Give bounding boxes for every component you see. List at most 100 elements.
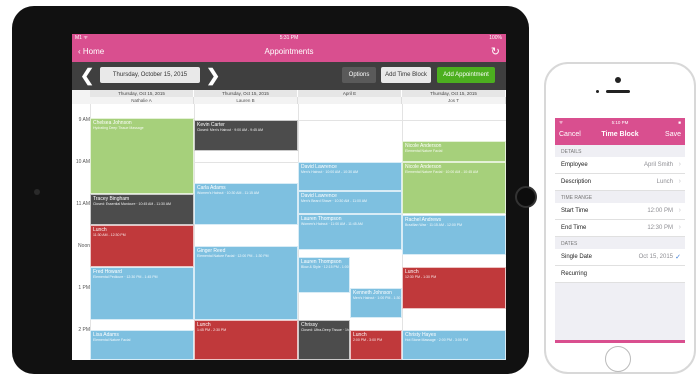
- phone-speaker: [606, 90, 630, 93]
- row-label: End Time: [561, 225, 587, 231]
- nav-bar: ‹ Home Appointments ↻: [72, 42, 506, 62]
- appointment-block[interactable]: Lisa Adams Elemental Nature Facial: [90, 330, 194, 360]
- appointment-detail: Elemental Nature Facial · 12:00 PM - 1:3…: [197, 254, 269, 258]
- row-label: Employee: [561, 162, 588, 168]
- appointment-block[interactable]: Tracey Bingham Closed: Essential Manicure…: [90, 194, 194, 225]
- add-appointment-button[interactable]: Add Appointment: [437, 67, 495, 83]
- checkmark-icon: ✓: [675, 254, 681, 261]
- appointment-detail: Hydrating Deep Tissue Massage: [93, 126, 144, 130]
- recurring-row[interactable]: Recurring: [555, 266, 685, 283]
- time-label: 2 PM: [78, 327, 90, 333]
- appointment-block[interactable]: Lauren Thompson Blow & Style · 12:15 PM -…: [298, 257, 350, 293]
- refresh-icon[interactable]: ↻: [491, 45, 500, 58]
- appointment-detail: Hot Stone Massage · 2:00 PM - 3:00 PM: [405, 338, 469, 342]
- appointment-block[interactable]: Carla Adams Women's Haircut · 10:30 AM - …: [194, 183, 298, 225]
- appointment-block[interactable]: Lunch 12:30 PM - 1:30 PM: [402, 267, 506, 309]
- appointment-block[interactable]: Lunch 1:45 PM - 2:30 PM: [194, 320, 298, 360]
- appointment-detail: Elemental Pedicure · 12:30 PM - 1:45 PM: [93, 275, 158, 279]
- appointment-block[interactable]: David Lawrence Men's Beard Shave · 10:30 …: [298, 191, 402, 214]
- phone-camera: [615, 77, 621, 83]
- appointment-detail: Blow & Style · 12:15 PM - 1:00 PM: [301, 265, 350, 269]
- column-date: Thursday, Oct 15, 2015: [194, 90, 298, 97]
- prev-day-icon[interactable]: ❮: [80, 67, 94, 84]
- row-value: Lunch: [656, 179, 673, 185]
- tablet-home-button[interactable]: [515, 186, 537, 208]
- phone-status-bar: ᯤ 5:10 PM ■: [555, 118, 685, 127]
- phone-device: ᯤ 5:10 PM ■ Cancel Time Block Save DETAI…: [544, 62, 696, 374]
- row-label: Description: [561, 179, 592, 185]
- column-employee[interactable]: Jos T: [402, 97, 506, 104]
- add-time-block-button[interactable]: Add Time Block: [381, 67, 431, 83]
- row-label: Recurring: [561, 271, 588, 277]
- appointment-block[interactable]: Lunch 2:00 PM - 3:00 PM: [350, 330, 402, 360]
- start-time-row[interactable]: Start Time 12:00 PM ›: [555, 203, 685, 220]
- appointment-block[interactable]: Fred Howard Elemental Pedicure · 12:30 PM…: [90, 267, 194, 320]
- appointment-block[interactable]: Lauren Thompson Women's Haircut · 11:00 A…: [298, 214, 402, 250]
- appointment-detail: Women's Haircut · 11:00 AM - 11:45 AM: [301, 222, 363, 226]
- section-header: DATES: [561, 241, 578, 247]
- time-label: 11 AM: [76, 201, 90, 207]
- appointment-block[interactable]: Nicole Anderson Elemental Nature Facial: [402, 141, 506, 162]
- status-battery: 100%: [489, 35, 502, 41]
- column-headers: Thursday, Oct 15, 2015 Nathalie A Thursd…: [72, 90, 506, 104]
- appointment-detail: 11:30 AM - 12:30 PM: [93, 233, 126, 237]
- row-value: 12:00 PM: [647, 208, 673, 214]
- phone-screen: ᯤ 5:10 PM ■ Cancel Time Block Save DETAI…: [555, 118, 685, 340]
- appointment-block[interactable]: Christy Hayes Hot Stone Massage · 2:00 PM…: [402, 330, 506, 360]
- column-employee[interactable]: [298, 97, 402, 104]
- appointment-detail: Closed: Men's Haircut · 9:00 AM - 9:45 A…: [197, 128, 264, 132]
- description-row[interactable]: Description Lunch ›: [555, 174, 685, 191]
- appointment-block[interactable]: Kenneth Johnson Men's Haircut · 1:00 PM -…: [350, 288, 402, 318]
- chevron-right-icon: ›: [678, 161, 681, 168]
- single-date-row[interactable]: Single Date Oct 15, 2015 ✓: [555, 249, 685, 266]
- employee-row[interactable]: Employee April Smith ›: [555, 157, 685, 174]
- appointment-block[interactable]: Nicole Anderson Elemental Nature Facial ·…: [402, 162, 506, 214]
- appointment-detail: Brazilian Wax · 11:15 AM - 12:00 PM: [405, 223, 462, 227]
- column-employee[interactable]: Lauren B: [194, 97, 298, 104]
- end-time-row[interactable]: End Time 12:30 PM ›: [555, 220, 685, 237]
- time-label: 10 AM: [75, 159, 90, 165]
- column-date: Thursday, Oct 15, 2015: [90, 90, 194, 97]
- date-display[interactable]: Thursday, October 15, 2015: [100, 67, 200, 83]
- row-value: Oct 15, 2015: [638, 254, 673, 260]
- row-value: April Smith: [643, 162, 673, 168]
- appointment-block[interactable]: Rachel Andrews Brazilian Wax · 11:15 AM -…: [402, 215, 506, 255]
- appointment-detail: Closed: Essential Manicure · 10:45 AM - …: [93, 202, 171, 206]
- page-title: Appointments: [264, 47, 314, 56]
- appointment-detail: Men's Haircut · 10:00 AM - 10:30 AM: [301, 170, 359, 174]
- appointment-block[interactable]: Lunch 11:30 AM - 12:30 PM: [90, 225, 194, 267]
- appointment-detail: Men's Haircut · 1:00 PM - 1:30 PM: [353, 296, 402, 300]
- next-day-icon[interactable]: ❯: [206, 67, 220, 84]
- appointment-detail: 12:30 PM - 1:30 PM: [405, 275, 437, 279]
- appointment-block[interactable]: Chelsea Johnson Hydrating Deep Tissue Mas…: [90, 118, 194, 194]
- time-label: Noon: [78, 243, 90, 249]
- column-employee[interactable]: Nathalie A: [90, 97, 194, 104]
- options-button[interactable]: Options: [342, 67, 376, 83]
- appointment-block[interactable]: ChrissyClosed: Ultra-Deep Tissue · 1hr+3…: [298, 320, 350, 360]
- tablet-camera: [34, 189, 40, 195]
- schedule-grid[interactable]: 9 AM 10 AM 11 AM Noon 1 PM 2 PM Chelsea …: [72, 104, 506, 360]
- appointment-detail: Women's Haircut · 10:30 AM - 11:15 AM: [197, 191, 260, 195]
- appointment-detail: 1:45 PM - 2:30 PM: [197, 328, 227, 332]
- phone-nav-bar: Cancel Time Block Save: [555, 127, 685, 145]
- appointment-detail: Elemental Nature Facial: [405, 149, 443, 153]
- phone-sensor: [596, 90, 599, 93]
- appointment-detail: 2:00 PM - 3:00 PM: [353, 338, 383, 342]
- appointment-block[interactable]: Kevin Carter Closed: Men's Haircut · 9:00…: [194, 120, 298, 151]
- tablet-screen: M1 ᯤ 5:31 PM 100% ‹ Home Appointments ↻ …: [72, 34, 506, 360]
- chevron-right-icon: ›: [678, 224, 681, 231]
- status-time: 5:31 PM: [279, 35, 299, 41]
- save-button[interactable]: Save: [665, 131, 681, 138]
- section-header: DETAILS: [561, 149, 582, 155]
- appointment-block[interactable]: Ginger Reed Elemental Nature Facial · 12:…: [194, 246, 298, 320]
- row-value: 12:30 PM: [647, 225, 673, 231]
- phone-bottom-bar: [555, 340, 685, 343]
- status-bar: M1 ᯤ 5:31 PM 100%: [72, 34, 506, 42]
- appointment-block[interactable]: David Lawrence Men's Haircut · 10:00 AM -…: [298, 162, 402, 191]
- phone-home-button[interactable]: [605, 346, 631, 372]
- row-label: Single Date: [561, 254, 593, 260]
- phone-battery-icon: ■: [678, 120, 681, 125]
- phone-time: 5:10 PM: [611, 120, 629, 125]
- tablet-device: M1 ᯤ 5:31 PM 100% ‹ Home Appointments ↻ …: [12, 6, 537, 374]
- section-header: TIME RANGE: [561, 195, 593, 201]
